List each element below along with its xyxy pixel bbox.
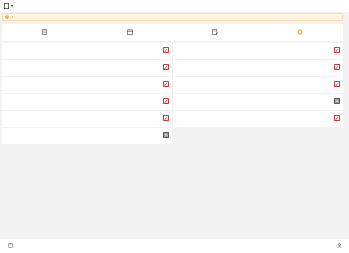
bottom-nav bbox=[0, 239, 349, 253]
notice-text: 4 bbox=[11, 15, 341, 19]
list-row bbox=[2, 60, 343, 76]
grid-icon bbox=[164, 133, 168, 137]
list-row bbox=[2, 128, 343, 144]
list-item[interactable] bbox=[173, 77, 343, 93]
chevron-down-icon[interactable] bbox=[11, 5, 13, 7]
list-item[interactable] bbox=[2, 111, 172, 127]
notice-banner: 4 bbox=[2, 13, 343, 21]
edit-icon bbox=[164, 48, 168, 52]
document-edit-icon bbox=[212, 29, 218, 35]
top-bar bbox=[0, 0, 349, 12]
item-action-button[interactable] bbox=[334, 64, 340, 70]
item-title bbox=[176, 97, 343, 101]
item-title bbox=[176, 114, 343, 118]
item-subtitle bbox=[176, 119, 343, 122]
list-row bbox=[2, 77, 343, 93]
item-subtitle bbox=[5, 51, 172, 54]
item-title bbox=[5, 80, 172, 84]
list-item[interactable] bbox=[2, 43, 172, 59]
list-item[interactable] bbox=[2, 60, 172, 76]
tab-bar bbox=[2, 24, 343, 41]
item-title bbox=[5, 114, 172, 118]
edit-icon bbox=[335, 48, 339, 52]
back-icon[interactable] bbox=[2, 1, 10, 11]
item-subtitle bbox=[5, 85, 172, 88]
item-title bbox=[176, 63, 343, 67]
list-row bbox=[2, 111, 343, 127]
badge-icon bbox=[297, 29, 303, 35]
item-action-button[interactable] bbox=[163, 132, 169, 138]
item-action-button[interactable] bbox=[163, 64, 169, 70]
item-title bbox=[5, 46, 172, 50]
list-row bbox=[2, 94, 343, 110]
item-title bbox=[5, 131, 172, 135]
tab-4[interactable] bbox=[258, 24, 343, 41]
list-item[interactable] bbox=[2, 128, 172, 144]
item-action-button[interactable] bbox=[334, 115, 340, 121]
item-subtitle bbox=[5, 68, 172, 71]
item-subtitle bbox=[176, 51, 343, 54]
item-subtitle bbox=[5, 119, 172, 122]
item-action-button[interactable] bbox=[334, 98, 340, 104]
item-list bbox=[2, 43, 343, 145]
tab-1[interactable] bbox=[2, 24, 87, 41]
warning-icon bbox=[5, 15, 9, 19]
tab-2[interactable] bbox=[87, 24, 172, 41]
item-action-button[interactable] bbox=[163, 47, 169, 53]
item-subtitle bbox=[176, 68, 343, 71]
edit-icon bbox=[335, 82, 339, 86]
edit-icon bbox=[335, 116, 339, 120]
item-action-button[interactable] bbox=[163, 115, 169, 121]
list-item[interactable] bbox=[173, 111, 343, 127]
item-title bbox=[5, 63, 172, 67]
item-subtitle bbox=[176, 102, 343, 105]
list-item[interactable] bbox=[173, 43, 343, 59]
list-item[interactable] bbox=[2, 94, 172, 110]
calendar-icon bbox=[126, 29, 133, 35]
nav-item-1[interactable] bbox=[0, 243, 20, 249]
list-item[interactable] bbox=[173, 60, 343, 76]
item-title bbox=[176, 46, 343, 50]
edit-icon bbox=[164, 116, 168, 120]
user-icon bbox=[336, 243, 342, 249]
item-action-button[interactable] bbox=[163, 81, 169, 87]
edit-icon bbox=[335, 65, 339, 69]
list-item[interactable] bbox=[173, 94, 343, 110]
edit-icon bbox=[164, 82, 168, 86]
edit-icon bbox=[164, 99, 168, 103]
item-subtitle bbox=[176, 85, 343, 88]
item-subtitle bbox=[5, 102, 172, 105]
item-title bbox=[176, 80, 343, 84]
item-action-button[interactable] bbox=[163, 98, 169, 104]
home-icon bbox=[8, 243, 12, 249]
edit-icon bbox=[164, 65, 168, 69]
tab-3[interactable] bbox=[173, 24, 258, 41]
grid-icon bbox=[335, 99, 339, 103]
item-title bbox=[5, 97, 172, 101]
notice-count: 4 bbox=[11, 15, 14, 19]
file-icon bbox=[42, 29, 48, 35]
item-subtitle bbox=[5, 136, 172, 139]
item-action-button[interactable] bbox=[334, 81, 340, 87]
list-row bbox=[2, 43, 343, 59]
list-item[interactable] bbox=[2, 77, 172, 93]
item-action-button[interactable] bbox=[334, 47, 340, 53]
nav-item-2[interactable] bbox=[329, 243, 349, 249]
